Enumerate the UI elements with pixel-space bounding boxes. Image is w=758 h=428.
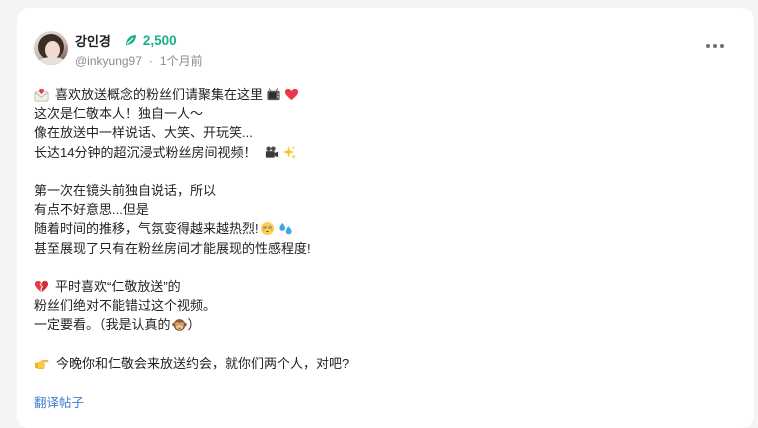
post-line: 第一次在镜头前独自说话，所以 [34,182,217,198]
points-badge: 2,500 [124,33,177,48]
sparkles-icon [283,145,297,159]
author-handle[interactable]: @inkyung97 [75,54,142,68]
broken-heart-icon [34,280,49,293]
red-heart-icon [284,88,299,101]
post-line: 粉丝们绝对不能错过这个视频。 [34,298,217,314]
post-line: 平时喜欢“仁敬放送”的 [34,277,724,296]
movie-camera-icon [266,146,279,158]
post-meta: @inkyung97 · 1个月前 [75,52,203,69]
post-line: 像在放送中一样说话、大笑、开玩笑... [34,125,253,141]
envelope-heart-icon [34,89,49,102]
post-line: 今晚你和仁敬会来放送约会，就你们两个人，对吧? [34,354,724,373]
post-line: 这次是仁敬本人！独自一人～ [34,106,204,122]
post-line: 有点不好意思...但是 [34,202,149,218]
avatar[interactable] [34,31,68,65]
post-line: 随着时间的推移，气氛变得越来越热烈! [34,219,724,238]
tv-icon [267,88,280,101]
author-row: 강인경 2,500 [75,31,177,49]
author-name[interactable]: 강인경 [75,31,111,50]
flushed-face-icon [260,222,274,236]
post-line: 甚至展现了只有在粉丝房间才能展现的性感程度! [34,240,311,256]
post-time: 1个月前 [159,54,203,68]
more-options-icon[interactable] [703,44,724,48]
post-line: 一定要看。（我是认真的 ） [34,317,201,333]
pointing-right-icon [34,359,49,369]
leaf-icon [125,35,136,45]
sweat-droplets-icon [279,223,292,235]
translate-post-link[interactable]: 翻译帖子 [34,392,84,411]
post-line: 喜欢放送概念的粉丝们请聚集在这里 [34,85,724,104]
meta-separator: · [148,53,153,68]
points-value: 2,500 [142,32,177,48]
post-card: 강인경 2,500 @inkyung97 · 1个月前 喜欢放送概念的粉丝们请聚… [17,8,754,428]
post-line: 长达14分钟的超沉浸式粉丝房间视频！ [34,143,724,162]
post-body: 喜欢放送概念的粉丝们请聚集在这里 这次是仁敬本人！独自一人～ 像在放送中一样说话… [34,85,724,373]
see-no-evil-monkey-icon [171,319,187,332]
